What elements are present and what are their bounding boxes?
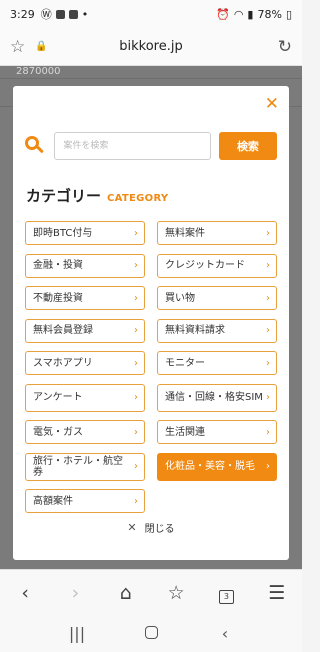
category-button[interactable]: 電気・ガス › [25, 420, 145, 444]
bookmark-star-icon[interactable]: ☆ [10, 37, 25, 57]
category-label: 無料資料請求 [165, 325, 225, 336]
category-label: スマホアプリ [33, 357, 93, 369]
category-label: 高額案件 [33, 495, 73, 507]
chevron-right-icon: › [134, 292, 138, 304]
chart-gridline [0, 78, 302, 79]
alarm-icon: ⏰ [216, 7, 230, 21]
category-label: モニター [165, 357, 205, 369]
wifi-icon: ◠ [233, 7, 244, 21]
status-bar: 3:29 Ⓦ • ⏰ ◠ ▮ 78% ▯ [0, 0, 302, 28]
back-arrow-icon[interactable]: ‹ [5, 582, 45, 604]
category-heading-en: CATEGORY [107, 193, 169, 204]
category-label: 通信・回線・格安SIM [165, 392, 263, 403]
chevron-right-icon: › [134, 325, 138, 336]
category-label: 金融・投資 [33, 260, 83, 271]
category-label: 買い物 [165, 292, 195, 304]
android-nav-bar: ||| ‹ [0, 615, 302, 652]
tabs-icon: 3 [218, 589, 234, 604]
browser-address-bar: ☆ 🔒 bikkore.jp ↻ [0, 28, 302, 66]
category-button[interactable]: 無料資料請求 › [157, 318, 277, 343]
chevron-right-icon: › [266, 357, 270, 369]
recents-icon[interactable]: ||| [62, 624, 92, 643]
system-icons: ⏰ ◠ ▮ 78% ▯ [216, 8, 292, 21]
category-button[interactable]: 無料案件 › [157, 221, 277, 245]
browser-toolbar: ‹ › ⌂ ☆ 3 ☰ [0, 569, 302, 615]
wordpress-icon: Ⓦ [40, 8, 52, 21]
category-label: 生活関連 [165, 426, 205, 438]
category-label: 無料案件 [165, 227, 205, 239]
category-button[interactable]: 金融・投資 › [25, 253, 145, 278]
category-button[interactable]: 不動産投資 › [25, 286, 145, 310]
chart-number: 2870000 [16, 66, 61, 77]
folder-icon [68, 9, 78, 19]
android-back-icon[interactable]: ‹ [210, 624, 240, 643]
home-square-icon [144, 626, 158, 639]
category-label: 電気・ガス [33, 426, 83, 438]
chevron-right-icon: › [134, 426, 138, 438]
category-button[interactable]: 即時BTC付与 › [25, 221, 145, 245]
category-button[interactable]: 無料会員登録 › [25, 318, 145, 343]
chevron-right-icon: › [134, 227, 138, 239]
category-button[interactable]: 生活関連 › [157, 420, 277, 444]
category-button[interactable]: 旅行・ホテル・航空券 › [25, 452, 145, 481]
home-icon[interactable]: ⌂ [106, 582, 146, 604]
chevron-right-icon: › [266, 227, 270, 239]
search-icon [25, 136, 44, 156]
close-x-icon: ✕ [127, 521, 137, 534]
chevron-right-icon: › [266, 325, 270, 336]
category-label: 化粧品・美容・脱毛 [165, 461, 255, 472]
category-button[interactable]: クレジットカード › [157, 253, 277, 278]
bookmarks-star-icon[interactable]: ☆ [156, 582, 196, 604]
category-button[interactable]: アンケート › [25, 383, 145, 412]
category-label: 無料会員登録 [33, 325, 93, 336]
category-label: 不動産投資 [33, 292, 83, 304]
category-label: 即時BTC付与 [33, 227, 93, 239]
category-button[interactable]: 化粧品・美容・脱毛 › [157, 452, 277, 481]
chevron-right-icon: › [266, 292, 270, 304]
battery-level: 78% [257, 7, 282, 21]
close-modal-button[interactable]: ✕ 閉じる [13, 520, 289, 535]
menu-icon[interactable]: ☰ [257, 582, 297, 604]
category-heading-jp: カテゴリー [26, 187, 102, 205]
category-label: クレジットカード [165, 260, 245, 271]
search-button[interactable]: 検索 [218, 132, 277, 160]
home-button[interactable] [136, 624, 166, 643]
tabs-button[interactable]: 3 [206, 582, 246, 604]
category-modal: ✕ 検索 カテゴリー CATEGORY 即時BTC付与›無料案件›金融・投資›ク… [13, 86, 289, 560]
chevron-right-icon: › [266, 426, 270, 438]
chevron-right-icon: › [134, 357, 138, 369]
category-button[interactable]: 高額案件 › [25, 489, 145, 513]
chevron-right-icon: › [266, 260, 270, 271]
search-input[interactable] [54, 132, 211, 160]
category-button[interactable]: モニター › [157, 351, 277, 375]
chevron-right-icon: › [134, 461, 138, 472]
category-grid: 即時BTC付与 › 無料案件 › 金融・投資 › クレジットカード › 不動産投資 › 買い物 › 無料… [25, 221, 277, 513]
close-label: 閉じる [144, 524, 175, 535]
reload-icon[interactable]: ↻ [278, 37, 292, 57]
chevron-right-icon: › [134, 392, 138, 403]
battery-icon: ▯ [285, 7, 292, 21]
chevron-right-icon: › [134, 495, 138, 507]
category-button[interactable]: 買い物 › [157, 286, 277, 310]
lock-icon: 🔒 [35, 41, 48, 52]
image-icon [55, 9, 65, 19]
close-icon[interactable]: ✕ [265, 95, 279, 113]
chevron-right-icon: › [266, 392, 270, 403]
category-label: アンケート [33, 392, 83, 403]
category-label: 旅行・ホテル・航空券 [33, 455, 123, 478]
signal-icon: ▮ [247, 7, 254, 21]
notification-icons: Ⓦ • [41, 6, 89, 22]
status-time: 3:29 [10, 7, 35, 21]
dot-icon: • [81, 7, 89, 21]
category-button[interactable]: 通信・回線・格安SIM › [157, 383, 277, 412]
search-row: 検索 [25, 132, 277, 160]
category-heading: カテゴリー CATEGORY [26, 185, 168, 206]
chevron-right-icon: › [266, 461, 270, 472]
forward-arrow-icon[interactable]: › [55, 582, 95, 604]
category-button[interactable]: スマホアプリ › [25, 351, 145, 375]
chevron-right-icon: › [134, 260, 138, 271]
